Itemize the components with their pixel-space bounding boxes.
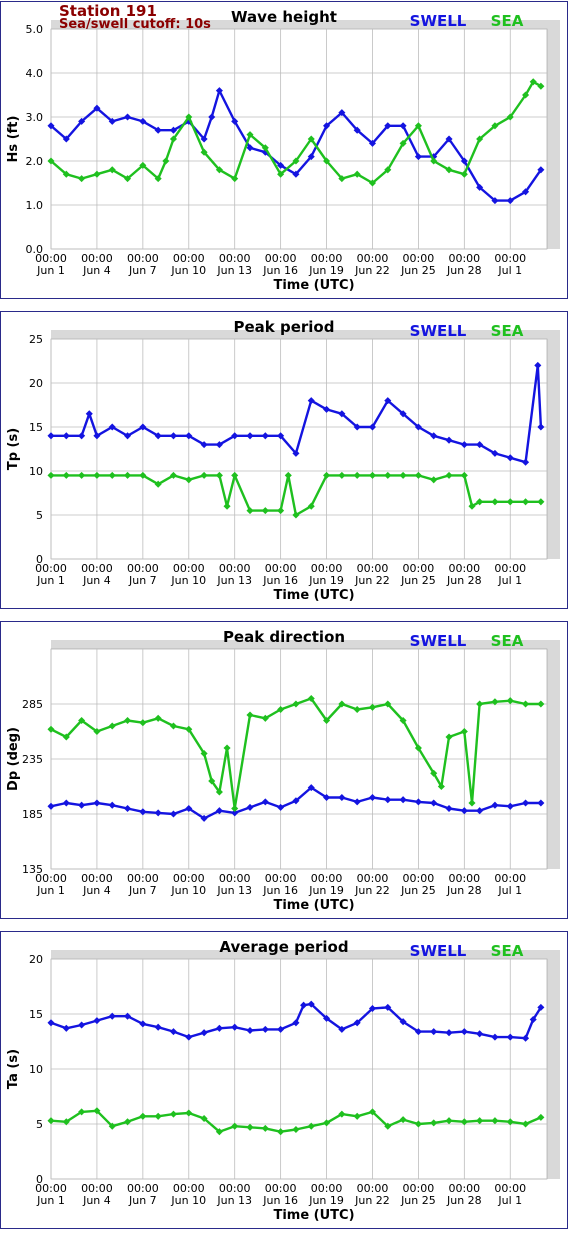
y-tick-label: 25 <box>29 333 43 346</box>
x-tick-date: Jun 19 <box>308 884 344 897</box>
x-tick-date: Jun 13 <box>216 884 252 897</box>
x-tick-date: Jun 4 <box>82 264 111 277</box>
x-tick-date: Jul 1 <box>497 574 522 587</box>
plot-area <box>50 338 548 560</box>
y-tick-label: 5.0 <box>26 23 44 36</box>
legend-sea: SEA <box>491 942 524 960</box>
y-tick-label: 2.0 <box>26 155 44 168</box>
legend-sea: SEA <box>491 12 524 30</box>
x-tick-date: Jun 25 <box>400 574 436 587</box>
x-tick-date: Jun 19 <box>308 574 344 587</box>
y-tick-label: 5 <box>36 509 43 522</box>
x-tick-date: Jun 4 <box>82 574 111 587</box>
x-tick-date: Jun 19 <box>308 1194 344 1207</box>
x-tick-date: Jun 25 <box>400 264 436 277</box>
y-tick-label: 285 <box>22 698 43 711</box>
peak-period-panel: 0 5 10 15 20 25 00:00 Jun 1 00:00 Jun 4 00:00 Jun 7… <box>0 311 568 609</box>
x-tick-date: Jun 1 <box>36 574 65 587</box>
y-tick-label: 20 <box>29 953 43 966</box>
peak-period-chart: 051015202500:00Jun 100:00Jun 400:00Jun 7… <box>6 318 560 603</box>
x-tick-date: Jun 13 <box>216 264 252 277</box>
x-tick-date: Jun 25 <box>400 1194 436 1207</box>
y-axis-label: Hs (ft) <box>6 116 21 163</box>
x-tick-date: Jun 28 <box>446 264 482 277</box>
x-tick-date: Jul 1 <box>497 1194 522 1207</box>
y-tick-label: 1.0 <box>26 199 44 212</box>
y-tick-label: 4.0 <box>26 67 44 80</box>
plot-area <box>50 28 548 250</box>
y-tick-label: 15 <box>29 1008 43 1021</box>
chart-title: Average period <box>219 938 348 956</box>
x-tick-date: Jun 7 <box>128 1194 157 1207</box>
x-tick-date: Jun 28 <box>446 884 482 897</box>
x-tick-date: Jul 1 <box>497 884 522 897</box>
legend-swell: SWELL <box>410 632 467 650</box>
x-tick-date: Jun 16 <box>262 574 298 587</box>
x-tick-date: Jun 10 <box>170 264 206 277</box>
x-tick-date: Jun 28 <box>446 574 482 587</box>
average-period-panel: 0 5 10 15 20 00:00 Jun 1 00:00 Jun 4 00:00 Jun 7 00… <box>0 931 568 1229</box>
x-tick-date: Jun 16 <box>262 264 298 277</box>
cutoff-label: Sea/swell cutoff: 10s <box>59 17 211 32</box>
x-tick-date: Jun 10 <box>170 884 206 897</box>
legend-sea: SEA <box>491 632 524 650</box>
peak-direction-chart: 13518523528500:00Jun 100:00Jun 400:00Jun… <box>6 628 560 913</box>
legend-swell: SWELL <box>410 322 467 340</box>
x-axis-label: Time (UTC) <box>273 1208 354 1223</box>
x-tick-date: Jun 16 <box>262 1194 298 1207</box>
x-tick-date: Jun 25 <box>400 884 436 897</box>
peak-direction-panel: 135 185 235 285 00:00 Jun 1 00:00 Jun 4 00:00 Jun… <box>0 621 568 919</box>
x-tick-date: Jun 4 <box>82 884 111 897</box>
x-axis-label: Time (UTC) <box>273 278 354 293</box>
x-tick-date: Jun 1 <box>36 264 65 277</box>
chart-title: Wave height <box>231 8 337 26</box>
x-tick-date: Jun 10 <box>170 574 206 587</box>
y-tick-label: 10 <box>29 1063 43 1076</box>
legend-sea: SEA <box>491 322 524 340</box>
x-axis-label: Time (UTC) <box>273 898 354 913</box>
y-tick-label: 15 <box>29 421 43 434</box>
legend-swell: SWELL <box>410 12 467 30</box>
y-axis-label: Tp (s) <box>6 428 21 470</box>
x-tick-date: Jul 1 <box>497 264 522 277</box>
x-tick-date: Jun 7 <box>128 264 157 277</box>
x-axis-label: Time (UTC) <box>273 588 354 603</box>
x-tick-date: Jun 22 <box>354 264 390 277</box>
y-tick-label: 235 <box>22 753 43 766</box>
y-tick-label: 5 <box>36 1118 43 1131</box>
x-tick-date: Jun 22 <box>354 884 390 897</box>
chart-title: Peak direction <box>223 628 345 646</box>
x-tick-date: Jun 28 <box>446 1194 482 1207</box>
y-axis-label: Dp (deg) <box>6 727 21 791</box>
x-tick-date: Jun 7 <box>128 574 157 587</box>
x-tick-date: Jun 22 <box>354 574 390 587</box>
x-tick-date: Jun 4 <box>82 1194 111 1207</box>
chart-title: Peak period <box>234 318 335 336</box>
wave-height-chart: 0.01.02.03.04.05.000:00Jun 100:00Jun 400… <box>6 8 560 293</box>
y-tick-label: 185 <box>22 808 43 821</box>
wave-height-panel: 0.0 1.0 2.0 3.0 4.0 5.0 00:00 Jun 1 00:00 Jun 4 00… <box>0 1 568 299</box>
y-tick-label: 20 <box>29 377 43 390</box>
x-tick-date: Jun 22 <box>354 1194 390 1207</box>
x-tick-date: Jun 19 <box>308 264 344 277</box>
x-tick-date: Jun 16 <box>262 884 298 897</box>
x-tick-date: Jun 13 <box>216 574 252 587</box>
x-tick-date: Jun 1 <box>36 1194 65 1207</box>
x-tick-date: Jun 10 <box>170 1194 206 1207</box>
y-tick-label: 10 <box>29 465 43 478</box>
y-tick-label: 3.0 <box>26 111 44 124</box>
average-period-chart: 0510152000:00Jun 100:00Jun 400:00Jun 700… <box>6 938 560 1223</box>
legend-swell: SWELL <box>410 942 467 960</box>
x-tick-date: Jun 7 <box>128 884 157 897</box>
x-tick-date: Jun 1 <box>36 884 65 897</box>
x-tick-date: Jun 13 <box>216 1194 252 1207</box>
y-axis-label: Ta (s) <box>6 1049 21 1089</box>
